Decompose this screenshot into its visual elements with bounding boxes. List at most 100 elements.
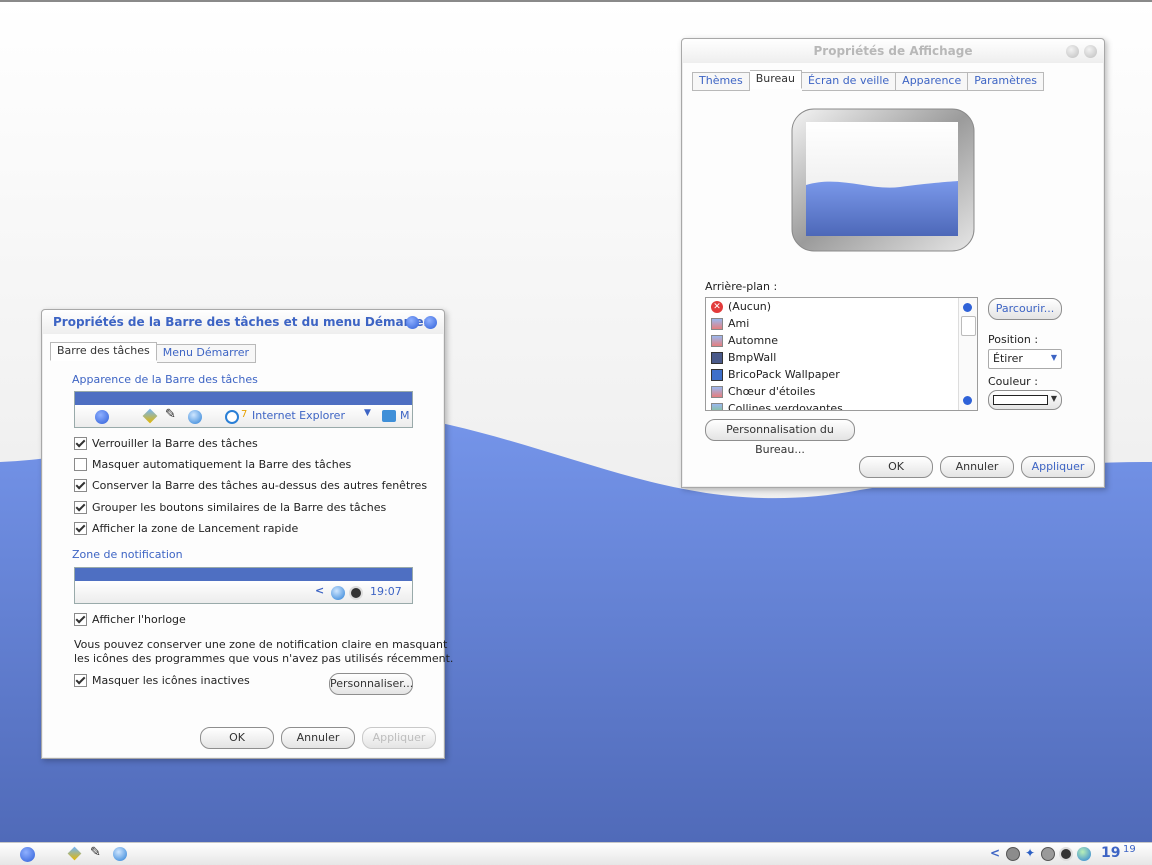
checkbox-box[interactable] [74,521,87,535]
image-file-icon [711,334,723,347]
quicklaunch-globe-icon [188,410,202,424]
scroll-up-button[interactable] [963,303,972,312]
checkbox-box[interactable] [74,478,87,492]
list-item[interactable]: BricoPack Wallpaper [706,366,977,383]
tray-arrow-icon[interactable]: < [990,846,1000,860]
tab-menu-demarrer[interactable]: Menu Démarrer [156,344,257,363]
checkbox-box[interactable] [74,673,87,687]
checkbox-label: Verrouiller la Barre des tâches [92,436,258,450]
cancel-button[interactable]: Annuler [281,727,355,749]
checkbox-quick-launch[interactable]: Afficher la zone de Lancement rapide [74,521,298,535]
tray-globe-icon [331,586,345,600]
image-file-icon [711,385,723,398]
color-swatch [993,395,1048,405]
tray-security-icon [349,586,363,600]
checkbox-label: Masquer automatiquement la Barre des tâc… [92,457,352,471]
scroll-down-button[interactable] [963,396,972,405]
list-scrollbar[interactable] [958,298,977,410]
start-orb-icon [95,410,109,424]
notification-preview: < 19:07 [74,567,413,604]
checkbox-show-clock[interactable]: Afficher l'horloge [74,612,186,626]
tray-volume-icon[interactable] [1041,847,1055,861]
position-select[interactable]: Étirer ▼ [988,349,1062,369]
checkbox-box[interactable] [74,457,87,471]
checkbox-label: Conserver la Barre des tâches au-dessus … [92,478,428,492]
position-label: Position : [988,333,1039,346]
list-item[interactable]: Chœur d'étoiles [706,383,977,400]
clock-hour[interactable]: 19 [1101,845,1120,861]
background-list[interactable]: ✕ (Aucun) Ami Automne BmpWall BricoPack … [705,297,978,411]
list-item[interactable]: BmpWall [706,349,977,366]
notification-description-line1: Vous pouvez conserver une zone de notifi… [74,638,448,651]
checkbox-label: Afficher la zone de Lancement rapide [92,521,299,535]
more-task-label: M [400,409,410,422]
quicklaunch-tool-icon: ✎ [165,407,176,422]
apply-button[interactable]: Appliquer [362,727,436,749]
tray-bluetooth-icon[interactable]: ✦ [1025,846,1035,860]
list-item[interactable]: Collines verdoyantes [706,400,977,410]
ie-icon [225,410,239,424]
cancel-button[interactable]: Annuler [940,456,1014,478]
browse-button[interactable]: Parcourir... [988,298,1062,320]
chevron-down-icon: ▼ [1050,394,1057,403]
checkbox-box[interactable] [74,436,87,450]
tray-security-icon[interactable] [1059,847,1073,861]
section-appearance-heading: Apparence de la Barre des tâches [72,373,258,386]
taskbar-window-titlebar[interactable]: Propriétés de la Barre des tâches et du … [42,310,444,334]
taskbar-properties-window: Propriétés de la Barre des tâches et du … [41,309,453,759]
quicklaunch-arrow-icon[interactable] [67,846,82,861]
section-notification-heading: Zone de notification [72,548,183,561]
customize-desktop-button[interactable]: Personnalisation du Bureau... [705,419,855,456]
image-file-icon [711,317,723,330]
checkbox-lock-taskbar[interactable]: Verrouiller la Barre des tâches [74,436,258,450]
chevron-down-icon: ▼ [364,408,371,418]
window-title: Propriétés de Affichage [813,44,973,58]
tab-bureau[interactable]: Bureau [749,70,802,89]
checkbox-label: Afficher l'horloge [92,612,186,626]
minimize-button[interactable] [406,316,419,329]
close-button[interactable] [1084,45,1097,58]
checkbox-group-buttons[interactable]: Grouper les boutons similaires de la Bar… [74,500,386,514]
window-title: Propriétés de la Barre des tâches et du … [53,315,430,329]
tab-apparence[interactable]: Apparence [896,72,969,91]
ie-label: Internet Explorer [252,409,345,422]
background-label: Arrière-plan : [705,280,778,293]
list-item[interactable]: ✕ (Aucun) [706,298,977,315]
monitor-preview [791,108,975,252]
checkbox-box[interactable] [74,612,87,626]
color-picker-button[interactable]: ▼ [988,390,1062,410]
close-button[interactable] [424,316,437,329]
tab-parametres[interactable]: Paramètres [968,72,1044,91]
none-icon: ✕ [711,300,723,313]
quicklaunch-tool-icon[interactable]: ✎ [90,846,101,860]
scroll-thumb[interactable] [961,316,976,336]
tab-ecran-de-veille[interactable]: Écran de veille [801,72,897,91]
notification-description-line2: les icônes des programmes que vous n'ave… [74,652,454,665]
tab-barre-des-taches[interactable]: Barre des tâches [50,342,157,361]
checkbox-label: Masquer les icônes inactives [92,673,250,687]
list-item[interactable]: Automne [706,332,977,349]
checkbox-autohide-taskbar[interactable]: Masquer automatiquement la Barre des tâc… [74,457,351,471]
system-taskbar: ✎ < ✦ 19 19 [0,842,1152,865]
start-button[interactable] [20,847,35,862]
customize-button[interactable]: Personnaliser... [329,673,413,695]
list-item[interactable]: Ami [706,315,977,332]
tray-arrow-icon: < [315,584,325,597]
apply-button[interactable]: Appliquer [1021,456,1095,478]
bitmap-file-icon [711,351,723,364]
display-window-titlebar[interactable]: Propriétés de Affichage [682,39,1104,63]
clock-minute[interactable]: 19 [1123,844,1136,855]
tab-themes[interactable]: Thèmes [692,72,750,91]
quicklaunch-globe-icon[interactable] [113,847,127,861]
ok-button[interactable]: OK [859,456,933,478]
checkbox-box[interactable] [74,500,87,514]
ok-button[interactable]: OK [200,727,274,749]
checkbox-keep-on-top[interactable]: Conserver la Barre des tâches au-dessus … [74,478,427,492]
display-properties-window: Propriétés de Affichage Thèmes Bureau Éc… [681,38,1105,488]
checkbox-hide-inactive-icons[interactable]: Masquer les icônes inactives [74,673,250,687]
checkbox-label: Grouper les boutons similaires de la Bar… [92,500,387,514]
tray-network-icon[interactable] [1006,847,1020,861]
tray-globe-icon[interactable] [1077,847,1091,861]
taskbar-preview: ✎ 7 Internet Explorer ▼ M [74,391,413,428]
minimize-button[interactable] [1066,45,1079,58]
